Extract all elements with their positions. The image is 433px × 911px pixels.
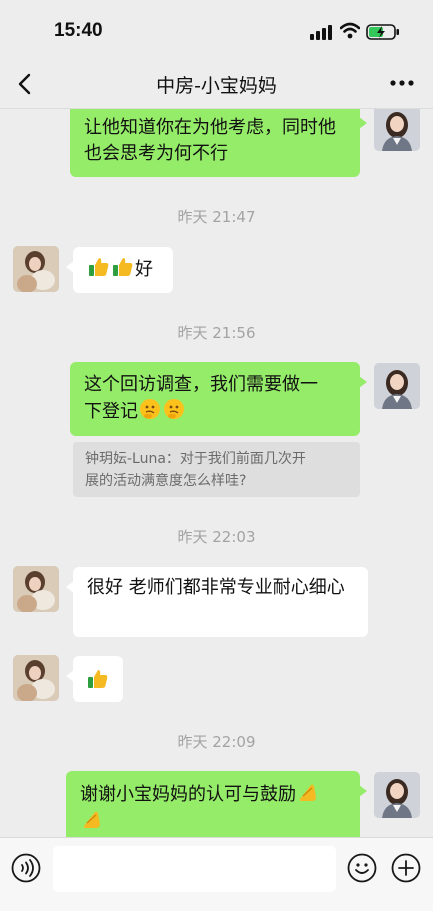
more-options-icon[interactable]: [389, 75, 415, 91]
thinking-face-icon: [140, 399, 160, 419]
voice-input-icon[interactable]: [11, 853, 41, 883]
my-avatar[interactable]: [374, 109, 420, 151]
timestamp: 昨天 22:03: [177, 528, 256, 546]
message-bubble-outgoing[interactable]: 让他知道你在为他考虑，同时他也会思考为何不行: [70, 109, 367, 177]
message-bubble-incoming[interactable]: [66, 656, 123, 702]
message-bubble-incoming[interactable]: 很好 老师们都非常专业耐心细心: [66, 567, 368, 637]
contact-avatar[interactable]: [13, 566, 59, 612]
message-text: 下登记: [84, 401, 138, 422]
cellular-signal-icon: [310, 25, 332, 40]
quote-text-line: 展的活动满意度怎么样哇?: [85, 473, 247, 489]
message-text: 很好 老师们都非常专业耐心细心: [87, 577, 345, 598]
message-text-line-2: 下登记: [84, 398, 346, 425]
avatar-image: [374, 772, 420, 818]
thumbs-up-icon: [113, 258, 133, 276]
clapping-hands-icon: [299, 784, 316, 801]
chat-title: 中房-小宝妈妈: [156, 75, 277, 97]
thumbs-up-icon: [88, 670, 108, 688]
quoted-message[interactable]: 钟玥妘-Luna：对于我们前面几次开 展的活动满意度怎么样哇?: [73, 442, 360, 497]
avatar-image: [13, 566, 59, 612]
message-bubble-outgoing[interactable]: 谢谢小宝妈妈的认可与鼓励: [66, 771, 367, 837]
my-avatar[interactable]: [374, 772, 420, 818]
timestamp: 昨天 21:47: [177, 208, 256, 226]
add-more-icon[interactable]: [391, 853, 421, 883]
chat-header: 中房-小宝妈妈: [0, 62, 433, 109]
avatar-image: [374, 109, 420, 151]
avatar-image: [13, 246, 59, 292]
chat-message-list[interactable]: 让他知道你在为他考虑，同时他也会思考为何不行 昨天 21:47 好 昨天 21:…: [0, 109, 433, 837]
contact-avatar[interactable]: [13, 655, 59, 701]
battery-charging-icon: [366, 24, 399, 40]
message-text-line: 这个回访调查，我们需要做一: [84, 374, 318, 395]
avatar-image: [13, 655, 59, 701]
message-text: 让他知道你在为他考虑，同时他也会思考为何不行: [84, 117, 336, 164]
message-bubble-incoming[interactable]: 好: [66, 247, 173, 293]
status-bar: 15:40: [0, 0, 433, 62]
message-bubble-outgoing[interactable]: 这个回访调查，我们需要做一 下登记: [70, 362, 367, 436]
avatar-image: [374, 363, 420, 409]
clapping-hands-icon: [83, 811, 100, 828]
my-avatar[interactable]: [374, 363, 420, 409]
emoji-icon[interactable]: [347, 853, 377, 883]
timestamp: 昨天 22:09: [177, 733, 256, 751]
quote-text-line: 钟玥妘-Luna：对于我们前面几次开: [85, 451, 306, 467]
chat-input-bar: [0, 837, 433, 911]
timestamp: 昨天 21:56: [177, 324, 256, 342]
message-text: 谢谢小宝妈妈的认可与鼓励: [80, 784, 296, 805]
wifi-icon: [340, 22, 360, 39]
message-text: 好: [135, 259, 153, 280]
message-input[interactable]: [53, 846, 336, 892]
status-time: 15:40: [54, 20, 103, 41]
contact-avatar[interactable]: [13, 246, 59, 292]
thinking-face-icon: [164, 399, 184, 419]
thumbs-up-icon: [89, 258, 109, 276]
